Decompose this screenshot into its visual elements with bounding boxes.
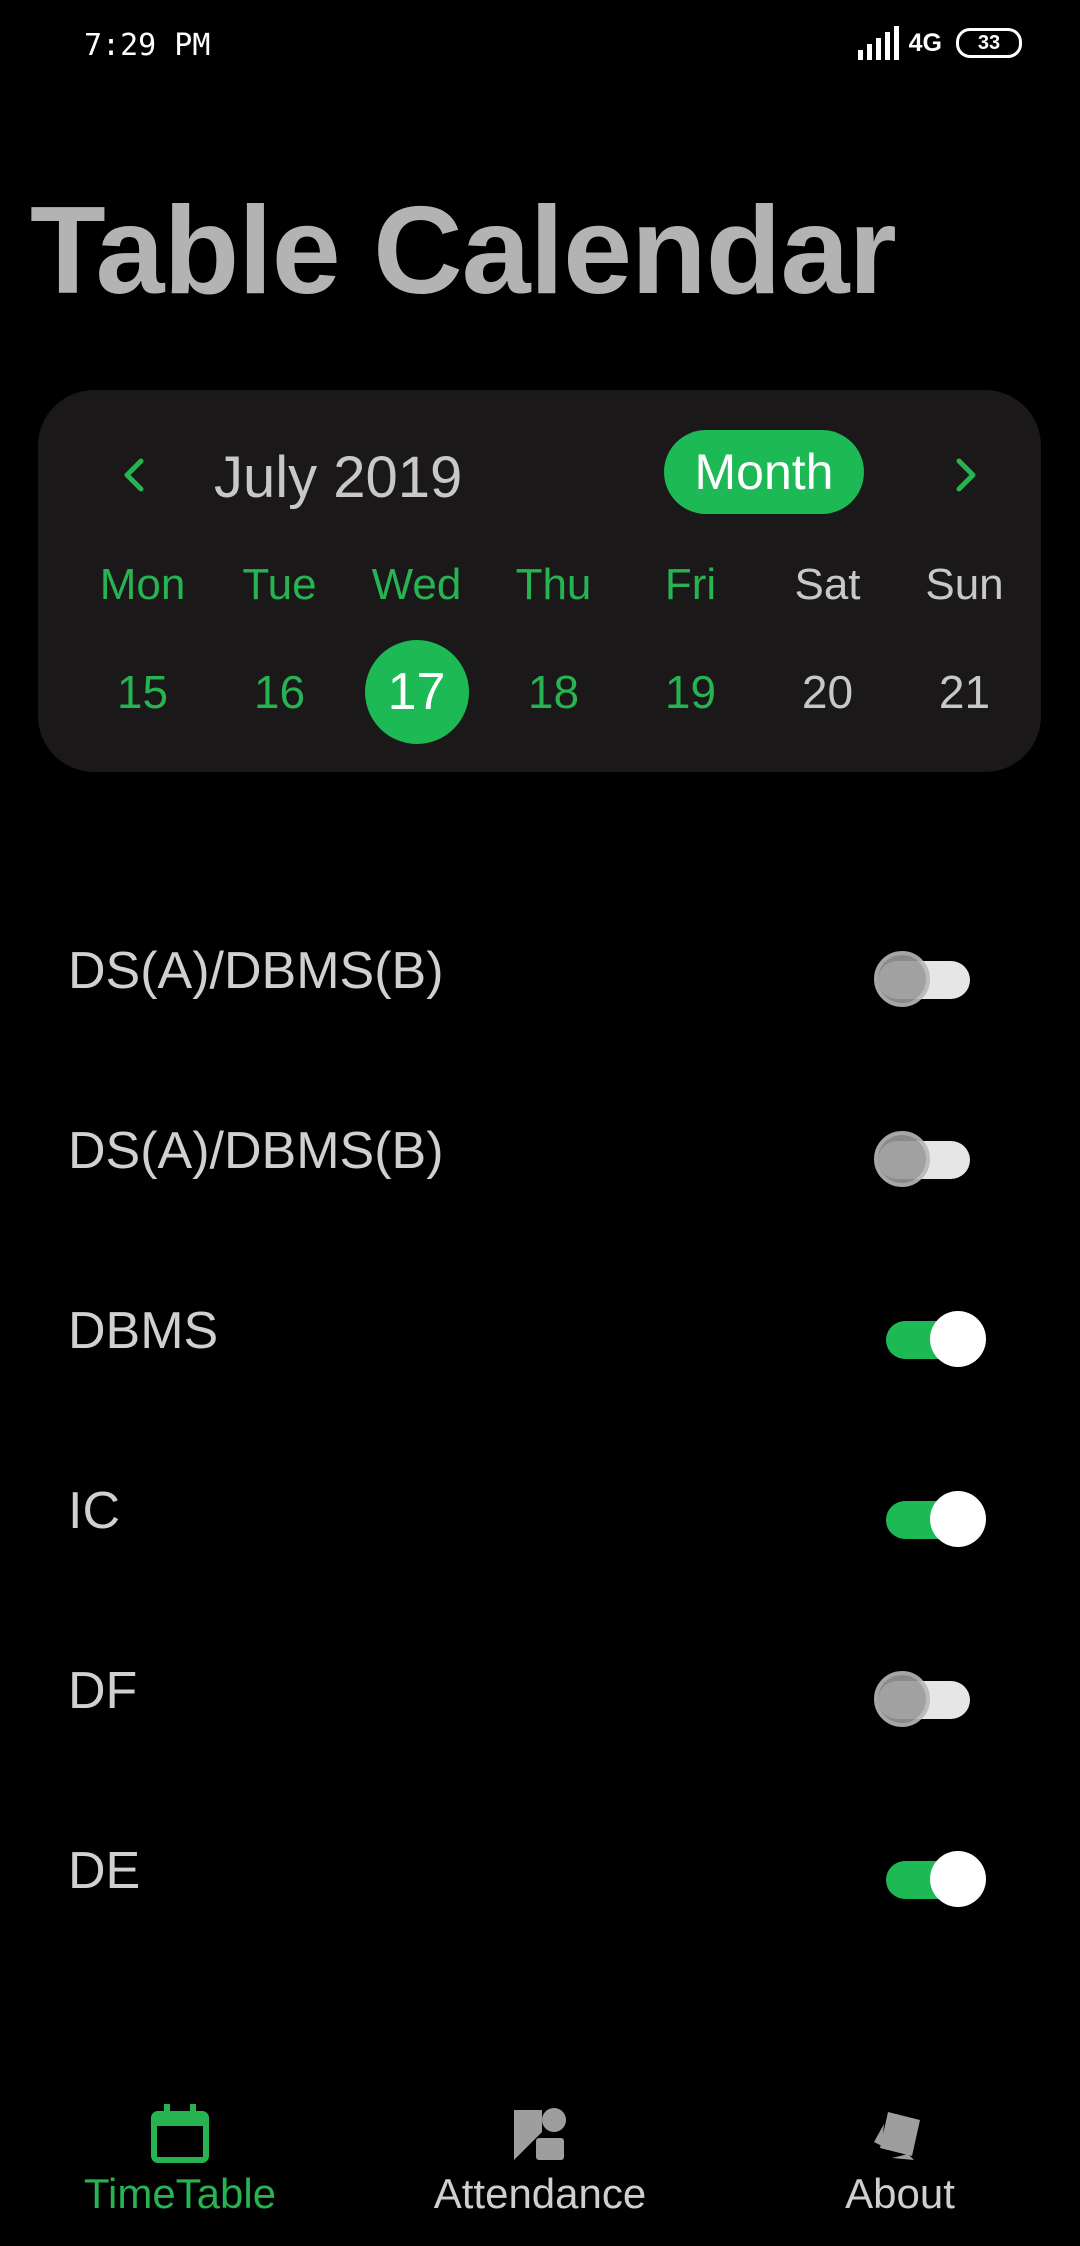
subject-row: DF	[0, 1605, 1080, 1785]
attendance-toggle[interactable]	[874, 1489, 986, 1549]
toggle-thumb	[874, 1131, 930, 1187]
chevron-right-icon[interactable]	[938, 448, 992, 502]
day-cell[interactable]: 20	[759, 640, 896, 744]
subject-label: DF	[68, 1662, 138, 1720]
selected-day-cell[interactable]: 17	[348, 640, 485, 744]
bottom-navigation: TimeTable Attendance About	[0, 2090, 1080, 2246]
toggle-thumb	[930, 1491, 986, 1547]
network-type: 4G	[908, 28, 942, 57]
attendance-toggle[interactable]	[874, 1129, 986, 1189]
attendance-toggle[interactable]	[874, 1849, 986, 1909]
weekday-label: Mon	[99, 560, 186, 609]
subject-label: DS(A)/DBMS(B)	[68, 942, 444, 1000]
format-toggle-button[interactable]: Month	[664, 430, 864, 514]
toggle-thumb	[874, 951, 930, 1007]
day-number: 19	[664, 666, 717, 718]
chevron-left-icon[interactable]	[108, 448, 162, 502]
day-cell[interactable]: 18	[485, 640, 622, 744]
toggle-thumb	[930, 1851, 986, 1907]
status-time: 7:29 PM	[84, 28, 211, 63]
day-cell[interactable]: 21	[896, 640, 1033, 744]
nav-label: Attendance	[433, 2170, 647, 2217]
nav-item-about[interactable]: About	[750, 2090, 1050, 2246]
calendar-header: July 2019 Month	[38, 430, 1041, 520]
calendar-card: July 2019 Month Mon Tue Wed Thu Fri Sat …	[38, 390, 1041, 772]
nav-label: About	[845, 2170, 955, 2217]
calendar-icon	[151, 2104, 209, 2163]
day-row: 15 16 17 18 19 20 21	[74, 640, 1034, 744]
status-bar: 7:29 PM 4G 33	[0, 0, 1080, 95]
subject-label: DS(A)/DBMS(B)	[68, 1122, 444, 1180]
weekday-label: Sun	[925, 560, 1004, 609]
day-number: 16	[253, 666, 306, 718]
weekday-label: Tue	[242, 560, 317, 609]
about-icon	[874, 2112, 920, 2160]
day-number: 18	[527, 666, 580, 718]
day-cell[interactable]: 15	[74, 640, 211, 744]
page-title: Table Calendar	[30, 182, 897, 320]
calendar-month-label: July 2019	[214, 445, 463, 510]
attendance-toggle[interactable]	[874, 1309, 986, 1369]
nav-label: TimeTable	[83, 2170, 277, 2217]
subject-row: DS(A)/DBMS(B)	[0, 885, 1080, 1065]
weekday-label: Thu	[515, 560, 592, 609]
status-icons: 4G 33	[857, 26, 1022, 60]
battery-icon: 33	[956, 28, 1022, 58]
day-number: 21	[938, 666, 991, 718]
weekday-label: Sat	[794, 560, 861, 609]
day-number: 17	[364, 640, 469, 744]
nav-item-timetable[interactable]: TimeTable	[30, 2090, 330, 2246]
day-cell[interactable]: 16	[211, 640, 348, 744]
day-number: 20	[801, 666, 854, 718]
day-number: 15	[116, 666, 169, 718]
subject-row: DBMS	[0, 1245, 1080, 1425]
subject-label: IC	[68, 1482, 120, 1540]
attendance-toggle[interactable]	[874, 949, 986, 1009]
subject-label: DBMS	[68, 1302, 219, 1360]
subject-row: DS(A)/DBMS(B)	[0, 1065, 1080, 1245]
toggle-thumb	[874, 1671, 930, 1727]
weekday-label: Wed	[371, 560, 462, 609]
signal-icon	[857, 26, 899, 60]
day-cell[interactable]: 19	[622, 640, 759, 744]
attendance-toggle[interactable]	[874, 1669, 986, 1729]
weekday-row: Mon Tue Wed Thu Fri Sat Sun	[74, 560, 1034, 610]
weekday-label: Fri	[664, 560, 717, 609]
subject-list: DS(A)/DBMS(B) DS(A)/DBMS(B) DBMS IC DF D…	[0, 885, 1080, 1965]
subject-label: DE	[68, 1842, 141, 1900]
nav-item-attendance[interactable]: Attendance	[390, 2090, 690, 2246]
screen: 7:29 PM 4G 33 Table Calendar July 2019 M…	[0, 0, 1080, 2246]
subject-row: DE	[0, 1785, 1080, 1965]
toggle-thumb	[930, 1311, 986, 1367]
battery-level: 33	[977, 31, 1001, 54]
attendance-icon	[514, 2108, 566, 2160]
subject-row: IC	[0, 1425, 1080, 1605]
